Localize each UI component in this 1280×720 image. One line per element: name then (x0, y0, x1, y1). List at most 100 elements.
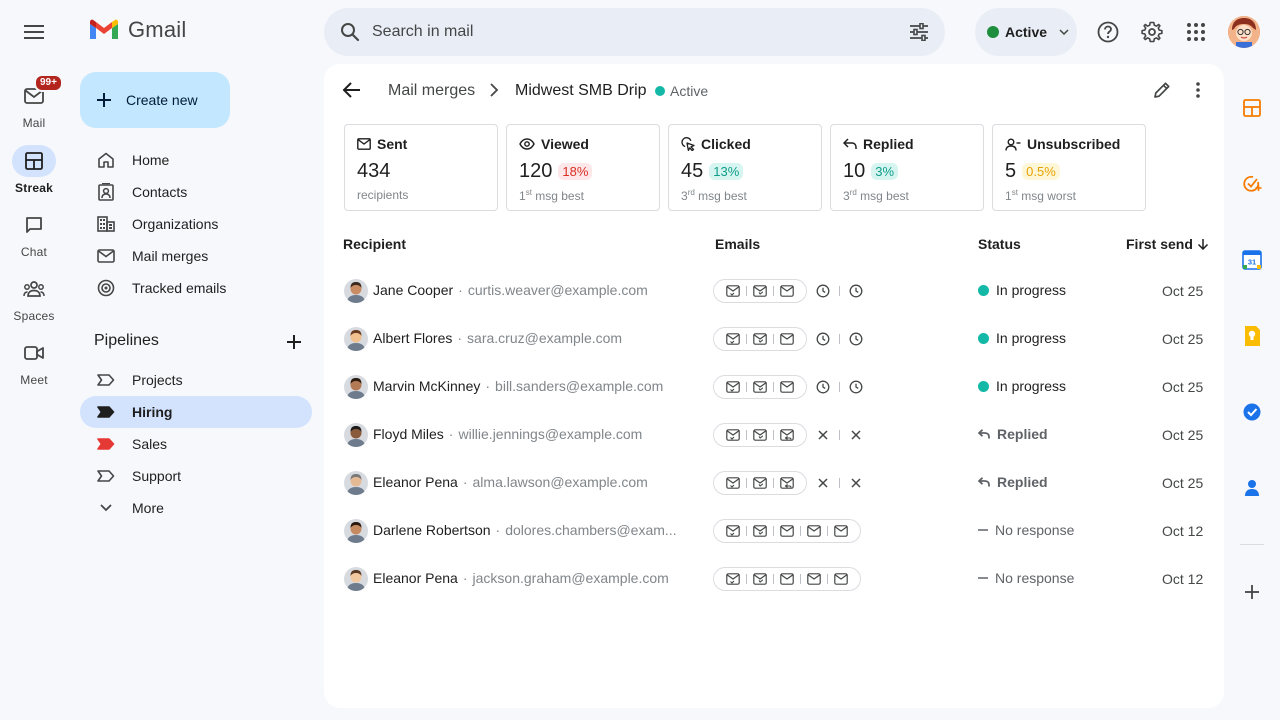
rail-meet[interactable]: Meet (0, 337, 68, 387)
streak-tasks-icon (1243, 175, 1262, 192)
nav-organizations[interactable]: Organizations (80, 208, 312, 240)
streak-tasks-button[interactable] (1240, 172, 1264, 196)
table-row[interactable]: Eleanor Pena · jackson.graham@example.com … (324, 555, 1224, 603)
email-step[interactable] (723, 521, 743, 541)
separator-dot: · (485, 378, 491, 394)
stat-viewed[interactable]: Viewed 120 18% 1st msg best (506, 124, 660, 211)
mail-icon (834, 525, 848, 537)
email-step[interactable] (813, 425, 833, 445)
email-step[interactable] (831, 521, 851, 541)
breadcrumb-mail-merges[interactable]: Mail merges (388, 82, 475, 100)
email-divider (773, 526, 774, 536)
email-step[interactable] (750, 281, 770, 301)
email-step[interactable] (723, 425, 743, 445)
email-step[interactable] (804, 521, 824, 541)
help-button[interactable] (1092, 16, 1124, 48)
settings-button[interactable] (1136, 16, 1168, 48)
email-step[interactable] (813, 473, 833, 493)
email-step[interactable] (723, 377, 743, 397)
stat-clicked[interactable]: Clicked 45 13% 3rd msg best (668, 124, 822, 211)
rail-chat[interactable]: Chat (0, 209, 68, 259)
add-pipeline-button[interactable] (282, 330, 306, 354)
table-row[interactable]: Jane Cooper · curtis.weaver@example.com In… (324, 267, 1224, 315)
email-step[interactable] (813, 377, 833, 397)
email-step[interactable] (846, 425, 866, 445)
email-step[interactable] (846, 281, 866, 301)
create-new-label: Create new (126, 92, 198, 108)
email-step[interactable] (777, 473, 797, 493)
email-step[interactable] (777, 521, 797, 541)
stat-unsubscribed[interactable]: Unsubscribed 5 0.5% 1st msg worst (992, 124, 1146, 211)
table-row[interactable]: Marvin McKinney · bill.sanders@example.com… (324, 363, 1224, 411)
rail-streak[interactable]: Streak (0, 145, 68, 195)
tasks-button[interactable] (1240, 400, 1264, 424)
email-step[interactable] (750, 521, 770, 541)
pipeline-support[interactable]: Support (80, 460, 312, 492)
email-step[interactable] (813, 281, 833, 301)
email-step[interactable] (750, 569, 770, 589)
email-step[interactable] (846, 377, 866, 397)
contacts-app-button[interactable] (1240, 476, 1264, 500)
email-step[interactable] (750, 329, 770, 349)
pipeline-hiring[interactable]: Hiring (80, 396, 312, 428)
email-step[interactable] (846, 473, 866, 493)
back-button[interactable] (340, 78, 364, 102)
stat-sent[interactable]: Sent 434 recipients (344, 124, 498, 211)
first-send-date: Oct 12 (1162, 571, 1204, 587)
email-step[interactable] (723, 569, 743, 589)
email-step[interactable] (777, 281, 797, 301)
calendar-button[interactable]: 31 (1240, 248, 1264, 272)
email-step[interactable] (831, 569, 851, 589)
email-step[interactable] (750, 425, 770, 445)
more-options-button[interactable] (1186, 78, 1210, 102)
apps-button[interactable] (1180, 16, 1212, 48)
search-options-icon[interactable] (909, 23, 929, 41)
presence-status-button[interactable]: Active (975, 8, 1077, 56)
pipeline-sales[interactable]: Sales (80, 428, 312, 460)
create-new-button[interactable]: Create new (80, 72, 230, 128)
search-icon[interactable] (340, 22, 360, 42)
nav-tracked-emails[interactable]: Tracked emails (80, 272, 312, 304)
nav-home[interactable]: Home (80, 144, 312, 176)
rail-spaces[interactable]: Spaces (0, 273, 68, 323)
dash-icon (978, 529, 988, 531)
email-step[interactable] (750, 473, 770, 493)
account-avatar[interactable] (1228, 16, 1260, 48)
email-step[interactable] (750, 377, 770, 397)
email-step[interactable] (723, 329, 743, 349)
table-row[interactable]: Albert Flores · sara.cruz@example.com In p… (324, 315, 1224, 363)
stat-replied[interactable]: Replied 10 3% 3rd msg best (830, 124, 984, 211)
table-row[interactable]: Darlene Robertson · dolores.chambers@exam.… (324, 507, 1224, 555)
email-divider (839, 382, 840, 392)
col-emails[interactable]: Emails (715, 236, 760, 252)
avatar (344, 375, 368, 399)
pipeline-projects[interactable]: Projects (80, 364, 312, 396)
email-step[interactable] (804, 569, 824, 589)
email-divider (746, 574, 747, 584)
search-input[interactable] (372, 23, 909, 41)
email-step[interactable] (777, 377, 797, 397)
stat-replied-pct: 3% (871, 163, 899, 180)
email-step[interactable] (846, 329, 866, 349)
gmail-logo[interactable]: Gmail (88, 17, 186, 43)
col-status[interactable]: Status (978, 236, 1021, 252)
nav-contacts[interactable]: Contacts (80, 176, 312, 208)
email-step[interactable] (813, 329, 833, 349)
table-row[interactable]: Floyd Miles · willie.jennings@example.com … (324, 411, 1224, 459)
email-step[interactable] (723, 281, 743, 301)
edit-button[interactable] (1150, 78, 1174, 102)
email-step[interactable] (777, 425, 797, 445)
streak-app-button[interactable] (1240, 96, 1264, 120)
email-step[interactable] (777, 569, 797, 589)
email-step[interactable] (777, 329, 797, 349)
col-recipient[interactable]: Recipient (343, 236, 406, 252)
nav-mail-merges[interactable]: Mail merges (80, 240, 312, 272)
add-addon-button[interactable] (1240, 580, 1264, 604)
table-row[interactable]: Eleanor Pena · alma.lawson@example.com Rep… (324, 459, 1224, 507)
col-first-send[interactable]: First send (1126, 236, 1209, 252)
nav-more[interactable]: More (80, 492, 312, 524)
rail-mail[interactable]: 99+ Mail (0, 74, 68, 130)
main-menu-button[interactable] (18, 16, 50, 48)
keep-button[interactable] (1240, 324, 1264, 348)
email-step[interactable] (723, 473, 743, 493)
